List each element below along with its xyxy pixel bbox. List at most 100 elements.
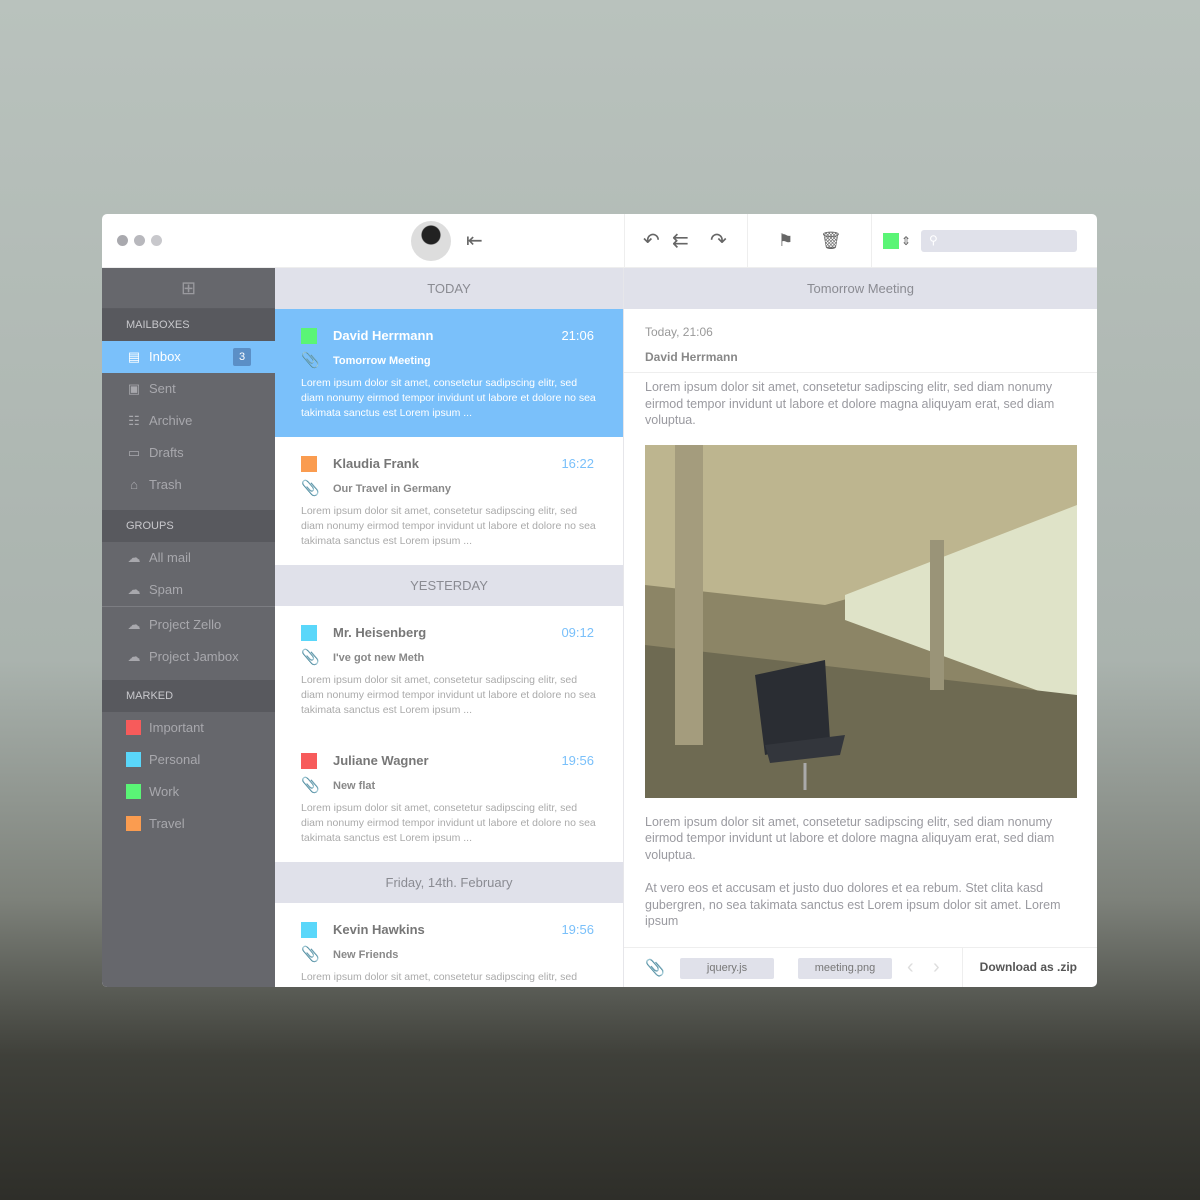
forward-icon[interactable]: ↷ (710, 231, 727, 251)
sidebar-item-sent[interactable]: ▣ Sent (102, 373, 275, 405)
unread-badge: 3 (233, 348, 251, 366)
window-maximize-button[interactable] (151, 235, 162, 246)
search-icon: ⚲ (929, 233, 938, 247)
section-header: GROUPS (102, 510, 275, 542)
reply-icon[interactable]: ↶ (643, 231, 660, 251)
window-close-button[interactable] (117, 235, 128, 246)
paperclip-icon: 📎 (301, 649, 320, 666)
sidebar-item-project-jambox[interactable]: ☁ Project Jambox (102, 641, 275, 673)
message-date: Today, 21:06 (645, 325, 713, 339)
message-time: 09:12 (561, 625, 594, 640)
message-subject: Tomorrow Meeting (333, 355, 431, 367)
date-section-header: Friday, 14th. February (275, 862, 623, 903)
sidebar-item-important[interactable]: Important (102, 712, 275, 744)
attachment-chip[interactable]: jquery.js (680, 958, 774, 979)
message-item[interactable]: David Herrmann 21:06 📎 Tomorrow Meeting … (275, 309, 623, 437)
archive-icon: ☷ (128, 413, 140, 428)
sidebar-item-archive[interactable]: ☷ Archive (102, 405, 275, 437)
message-item[interactable]: Mr. Heisenberg 09:12 📎 I've got new Meth… (275, 606, 623, 734)
chevron-right-icon[interactable]: › (933, 957, 940, 977)
cloud-icon: ☁ (127, 582, 141, 597)
inbox-icon: ▤ (127, 349, 141, 364)
sidebar-item-all-mail[interactable]: ☁ All mail (102, 542, 275, 574)
date-section-header: YESTERDAY (275, 565, 623, 606)
label: Personal (149, 752, 201, 767)
label: Project Zello (149, 617, 222, 632)
sidebar-item-drafts[interactable]: ▭ Drafts (102, 437, 275, 469)
section-header: MAILBOXES (102, 309, 275, 341)
message-from: David Herrmann (333, 328, 434, 343)
label: Work (149, 784, 180, 799)
color-tag (301, 625, 317, 641)
message-item[interactable]: Juliane Wagner 19:56 📎 New flat Lorem ip… (275, 734, 623, 862)
message-body: Lorem ipsum dolor sit amet, consetetur s… (624, 379, 1097, 930)
sidebar-item-travel[interactable]: Travel (102, 808, 275, 840)
window-minimize-button[interactable] (134, 235, 145, 246)
attachment-chip[interactable]: meeting.png (798, 958, 892, 979)
color-tag-select[interactable] (883, 233, 899, 249)
date-section-header: TODAY (275, 268, 623, 309)
paperclip-icon: 📎 (301, 946, 320, 963)
message-preview: Lorem ipsum dolor sit amet, consetetur s… (301, 674, 596, 716)
flag-icon[interactable]: ⚑ (778, 231, 793, 251)
message-time: 21:06 (561, 328, 594, 343)
label: Spam (149, 582, 183, 597)
message-from: Juliane Wagner (333, 753, 429, 768)
color-tag (301, 753, 317, 769)
reading-pane: Tomorrow Meeting Today, 21:06 David Herr… (624, 268, 1097, 987)
sidebar-item-trash[interactable]: ⌂ Trash (102, 469, 275, 501)
color-tag (301, 922, 317, 938)
label: Archive (149, 413, 193, 428)
trash-icon[interactable]: 🗑 (820, 231, 842, 251)
message-sender: David Herrmann (645, 350, 738, 364)
message-item[interactable]: Kevin Hawkins 19:56 📎 New Friends Lorem … (275, 903, 623, 987)
paperclip-icon: 📎 (301, 352, 320, 369)
message-from: Mr. Heisenberg (333, 625, 427, 640)
attached-photo (645, 444, 1077, 798)
message-preview: Lorem ipsum dolor sit amet, consetetur s… (301, 505, 596, 547)
message-subject: I've got new Meth (333, 652, 425, 664)
message-list: TODAY David Herrmann 21:06 📎 Tomorrow Me… (275, 268, 624, 987)
download-zip-button[interactable]: Download as .zip (980, 960, 1077, 974)
label: Project Jambox (149, 649, 239, 664)
color-swatch (126, 720, 141, 735)
color-swatch (126, 784, 141, 799)
section-header: MARKED (102, 680, 275, 712)
sidebar-item-inbox[interactable]: ▤ Inbox 3 (102, 341, 275, 373)
label: Inbox (149, 349, 181, 364)
reply-all-icon[interactable]: ⇇ (672, 231, 689, 251)
color-swatch (126, 816, 141, 831)
toolbar: ⇤ ↶ ⇇ ↷ ⚑ 🗑 ⇕ ⚲ (102, 214, 1097, 268)
attachments-bar: 📎 jquery.js meeting.png ‹ › Download as … (624, 947, 1097, 987)
avatar[interactable] (411, 221, 451, 261)
message-from: Kevin Hawkins (333, 922, 425, 937)
label: Trash (149, 477, 182, 492)
message-item[interactable]: Klaudia Frank 16:22 📎 Our Travel in Germ… (275, 437, 623, 565)
message-time: 19:56 (561, 922, 594, 937)
paperclip-icon: 📎 (301, 480, 320, 497)
folder-icon: ▭ (127, 445, 141, 460)
paperclip-icon: 📎 (301, 777, 320, 794)
message-subject: Our Travel in Germany (333, 483, 451, 495)
sidebar-item-personal[interactable]: Personal (102, 744, 275, 776)
chevron-left-icon[interactable]: ‹ (907, 957, 914, 977)
compose-button[interactable]: ⊞ (102, 268, 275, 309)
search-input[interactable]: ⚲ (921, 230, 1077, 252)
trash-icon: ⌂ (130, 477, 138, 492)
chevron-updown-icon[interactable]: ⇕ (901, 231, 911, 251)
message-title: Tomorrow Meeting (624, 268, 1097, 309)
sidebar-item-spam[interactable]: ☁ Spam (102, 574, 275, 606)
message-preview: Lorem ipsum dolor sit amet, consetetur s… (301, 377, 596, 419)
sidebar: ⊞ MAILBOXES ▤ Inbox 3 ▣ Sent ☷ Archive ▭ Draf… (102, 268, 275, 987)
color-tag (301, 328, 317, 344)
message-time: 19:56 (561, 753, 594, 768)
paperclip-icon: 📎 (645, 960, 665, 977)
sidebar-item-work[interactable]: Work (102, 776, 275, 808)
cloud-icon: ☁ (127, 617, 141, 632)
message-subject: New Friends (333, 949, 399, 961)
cloud-icon: ☁ (127, 550, 141, 565)
color-swatch (126, 752, 141, 767)
label: Sent (149, 381, 176, 396)
logout-icon[interactable]: ⇤ (466, 231, 483, 251)
sidebar-item-project-zello[interactable]: ☁ Project Zello (102, 609, 275, 641)
